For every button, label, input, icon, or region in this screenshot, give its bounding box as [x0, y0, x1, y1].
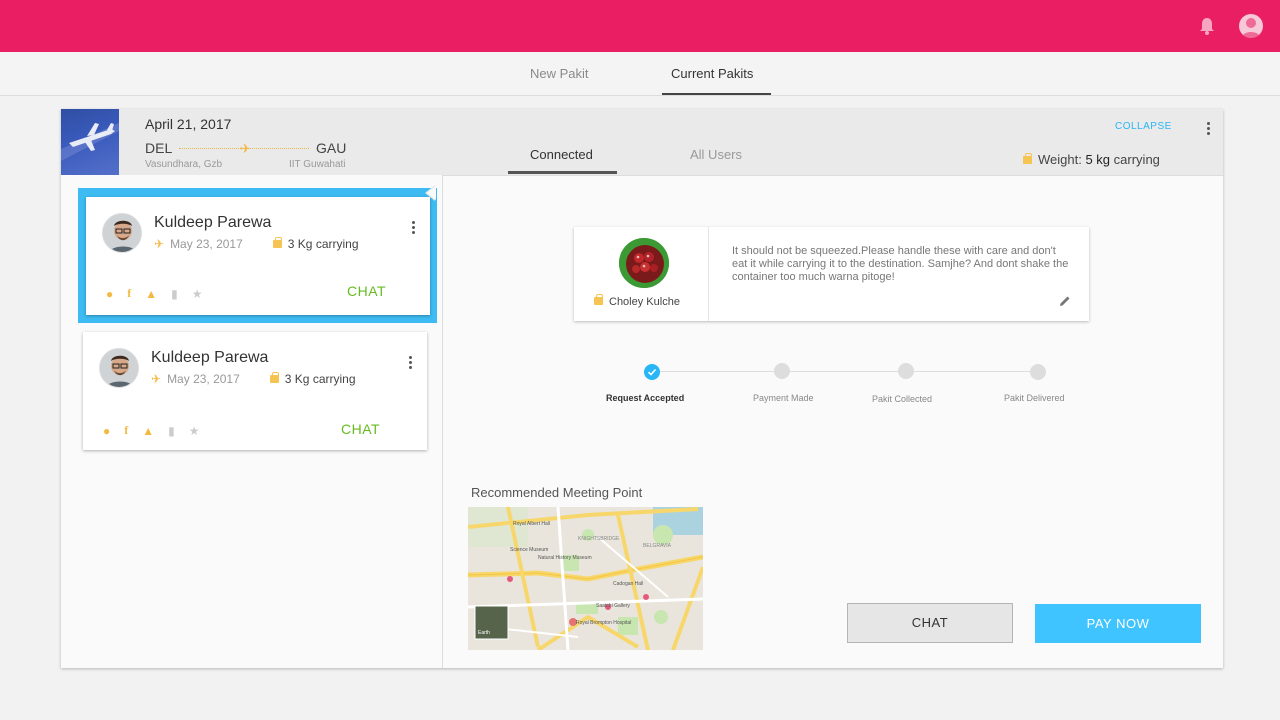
svg-text:Science Museum: Science Museum	[510, 547, 548, 553]
svg-text:Natural History Museum: Natural History Museum	[538, 555, 592, 561]
item-card: Choley Kulche It should not be squeezed.…	[574, 227, 1089, 321]
svg-text:BELGRAVIA: BELGRAVIA	[643, 543, 672, 549]
chat-link[interactable]: CHAT	[341, 421, 380, 437]
weight-suffix: carrying	[1113, 152, 1160, 167]
facebook-icon: f	[127, 286, 132, 301]
step-label: Request Accepted	[606, 393, 685, 403]
app-header	[0, 0, 1280, 52]
bookmark-icon: ▮	[171, 286, 178, 301]
step-dot-payment-made	[774, 363, 790, 379]
subnav: New Pakit Current Pakits	[0, 52, 1280, 96]
origin-place: Vasundhara, Gzb	[145, 159, 223, 170]
chat-button[interactable]: CHAT	[847, 603, 1013, 643]
bookmark-icon: ▮	[168, 423, 175, 438]
location-pin-icon: ●	[103, 423, 111, 438]
graduation-cap-icon: ▲	[142, 423, 155, 438]
step-label: Pakit Collected	[872, 394, 933, 404]
step-dot-pakit-collected	[898, 363, 914, 379]
airplane-icon: ✈	[240, 141, 251, 156]
avatar	[99, 348, 139, 388]
tab-connected[interactable]: Connected	[530, 147, 593, 162]
edit-pencil-icon[interactable]	[1059, 295, 1071, 307]
progress-track	[652, 371, 1038, 372]
trip-weight: Weight: 5 kg carrying	[1023, 152, 1160, 167]
step-label: Pakit Delivered	[1004, 393, 1065, 403]
weight-label: Weight:	[1038, 152, 1082, 167]
svg-text:Royal Albert Hall: Royal Albert Hall	[513, 521, 550, 527]
carry-suffix: carrying	[312, 372, 356, 386]
notification-bell-icon[interactable]	[1198, 16, 1216, 36]
tab-active-indicator	[662, 93, 771, 95]
travel-date: May 23, 2017	[167, 372, 240, 386]
collapse-button[interactable]: COLLAPSE	[1115, 121, 1172, 132]
airplane-image	[61, 109, 119, 175]
user-meta: ✈ May 23, 2017 3 Kg carrying	[154, 237, 359, 251]
user-list: Kuldeep Parewa ✈ May 23, 2017 3 Kg carryin…	[61, 175, 441, 668]
checkmark-icon	[647, 368, 657, 376]
trip-header: April 21, 2017 DEL ✈ GAU Vasundhara, Gzb…	[61, 109, 1223, 175]
trip-panel: April 21, 2017 DEL ✈ GAU Vasundhara, Gzb…	[61, 109, 1223, 668]
bag-icon	[272, 237, 282, 248]
avatar	[102, 213, 142, 253]
item-image	[619, 238, 669, 288]
user-avatar[interactable]	[1239, 14, 1263, 38]
star-icon: ★	[191, 286, 203, 301]
chat-link[interactable]: CHAT	[347, 283, 386, 299]
pakit-details: Choley Kulche It should not be squeezed.…	[442, 175, 1223, 668]
verification-icons: ● f ▲ ▮ ★	[103, 422, 214, 438]
airplane-icon: ✈	[151, 372, 162, 386]
divider	[708, 227, 709, 321]
bag-icon	[594, 294, 603, 305]
card-options-icon[interactable]	[412, 221, 416, 236]
origin-code: DEL	[145, 140, 173, 156]
user-name: Kuldeep Parewa	[151, 349, 269, 366]
user-card[interactable]: Kuldeep Parewa ✈ May 23, 2017 3 Kg carryin…	[83, 332, 427, 450]
user-card[interactable]: Kuldeep Parewa ✈ May 23, 2017 3 Kg carryin…	[86, 197, 430, 315]
meeting-point-map[interactable]: Royal Albert Hall KNIGHTSBRIDGE BELGRAVI…	[468, 507, 703, 650]
meeting-point-title: Recommended Meeting Point	[471, 485, 643, 500]
graduation-cap-icon: ▲	[145, 286, 158, 301]
user-name: Kuldeep Parewa	[154, 214, 272, 231]
tab-all-users[interactable]: All Users	[690, 147, 742, 162]
item-description: It should not be squeezed.Please handle …	[732, 245, 1069, 283]
airplane-icon: ✈	[154, 237, 165, 251]
star-icon: ★	[188, 423, 200, 438]
destination-place: IIT Guwahati	[289, 159, 346, 170]
more-options-icon[interactable]	[1207, 122, 1211, 137]
location-pin-icon: ●	[106, 286, 114, 301]
destination-code: GAU	[316, 140, 347, 156]
step-label: Payment Made	[753, 393, 814, 403]
user-meta: ✈ May 23, 2017 3 Kg carrying	[151, 372, 356, 386]
step-dot-pakit-delivered	[1030, 364, 1046, 380]
carry-suffix: carrying	[315, 237, 359, 251]
bag-icon	[269, 372, 279, 383]
selection-pointer-fill	[427, 186, 436, 200]
item-name-row: Choley Kulche	[594, 294, 680, 308]
item-name: Choley Kulche	[609, 296, 680, 308]
step-dot-request-accepted	[644, 364, 660, 380]
svg-text:Saatchi Gallery: Saatchi Gallery	[596, 603, 630, 609]
carry-weight: 3 Kg	[287, 237, 313, 251]
carry-weight: 3 Kg	[284, 372, 310, 386]
weight-value: 5 kg	[1085, 152, 1111, 167]
svg-text:KNIGHTSBRIDGE: KNIGHTSBRIDGE	[578, 536, 620, 542]
facebook-icon: f	[124, 423, 129, 438]
bag-icon	[1023, 153, 1032, 164]
pay-now-button[interactable]: PAY NOW	[1035, 604, 1201, 643]
svg-text:Earth: Earth	[478, 630, 490, 636]
tab-new-pakit[interactable]: New Pakit	[530, 66, 589, 81]
tab-active-indicator	[508, 171, 617, 174]
svg-text:Royal Brompton Hospital: Royal Brompton Hospital	[576, 620, 631, 626]
trip-date: April 21, 2017	[145, 116, 232, 132]
tab-current-pakits[interactable]: Current Pakits	[671, 66, 753, 81]
verification-icons: ● f ▲ ▮ ★	[106, 285, 217, 301]
user-avatar-icon	[1242, 18, 1260, 38]
svg-text:Cadogan Hall: Cadogan Hall	[613, 581, 643, 587]
travel-date: May 23, 2017	[170, 237, 243, 251]
card-options-icon[interactable]	[409, 356, 413, 371]
